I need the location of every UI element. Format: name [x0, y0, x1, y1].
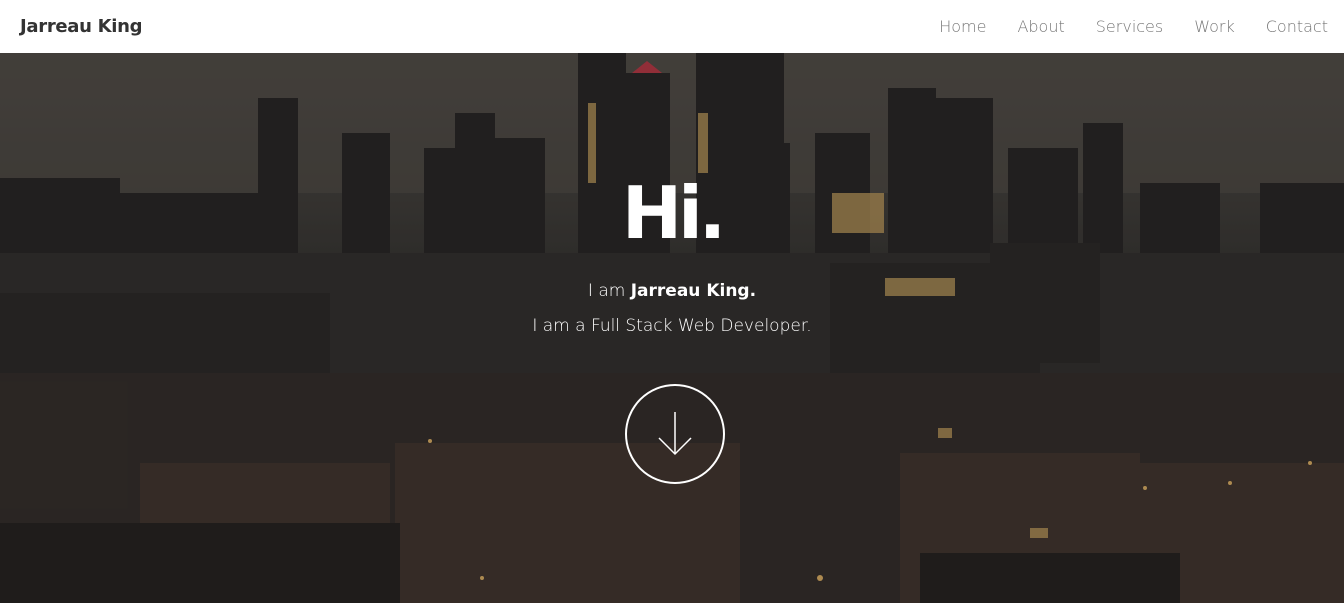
nav-link-contact[interactable]: Contact: [1235, 17, 1328, 36]
hero-intro-prefix: I am: [587, 281, 631, 301]
scroll-down-button[interactable]: [625, 384, 725, 484]
nav-link-work[interactable]: Work: [1163, 17, 1235, 36]
hero-intro-name: Jarreau King.: [630, 281, 757, 301]
hero-tagline: I am a Full Stack Web Developer.: [532, 316, 812, 336]
arrow-down-icon: [658, 412, 692, 456]
navbar: Jarreau King Home About Services Work Co…: [0, 0, 1344, 53]
hero-heading: Hi.: [621, 171, 726, 255]
nav-link-services[interactable]: Services: [1065, 17, 1163, 36]
hero-section: Hi. I am Jarreau King. I am a Full Stack…: [0, 53, 1344, 603]
nav-links: Home About Services Work Contact: [908, 17, 1328, 36]
hero-intro: I am Jarreau King.: [0, 281, 1344, 301]
nav-link-home[interactable]: Home: [908, 17, 986, 36]
hero-content: Hi. I am Jarreau King. I am a Full Stack…: [0, 53, 1344, 603]
brand-logo[interactable]: Jarreau King: [20, 16, 143, 37]
nav-link-about[interactable]: About: [986, 17, 1064, 36]
